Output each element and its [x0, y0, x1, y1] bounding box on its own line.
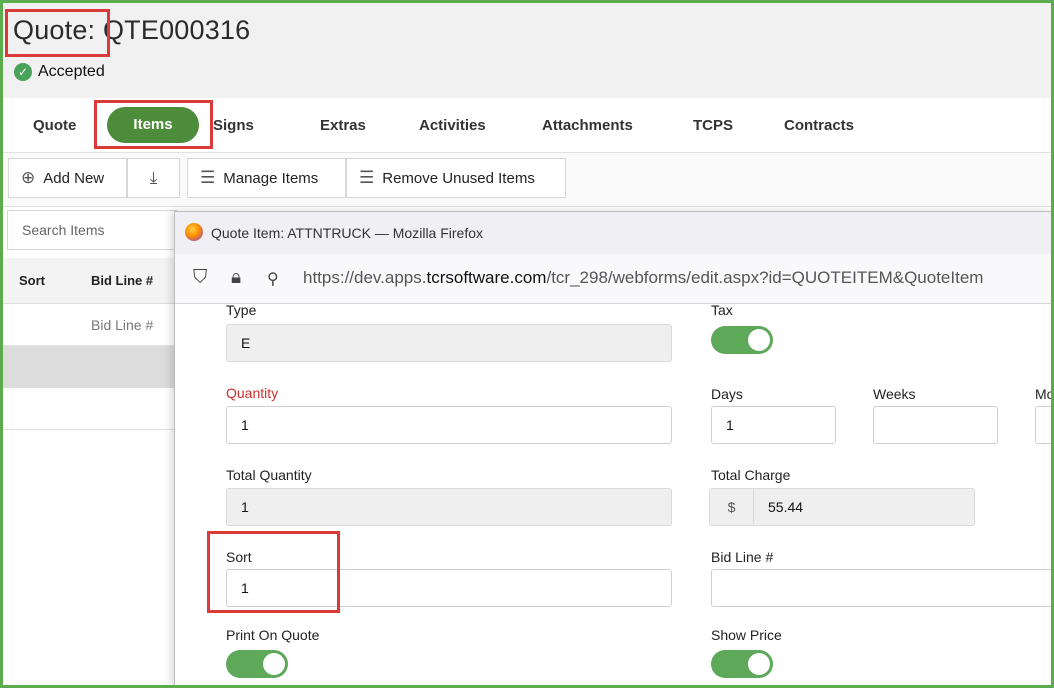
remove-unused-label: Remove Unused Items — [382, 169, 535, 187]
total-charge-label: Total Charge — [711, 467, 791, 483]
tab-contracts[interactable]: Contracts — [784, 117, 854, 134]
manage-items-label: Manage Items — [223, 169, 319, 187]
column-sort[interactable]: Sort — [19, 273, 45, 288]
items-toolbar: ⊕ Add New ⤓ ☰ Manage Items ☰ Remove Unus… — [3, 153, 1051, 207]
grid-filter-row: Bid Line # — [3, 304, 178, 346]
total-quantity-label: Total Quantity — [226, 467, 312, 483]
tax-label: Tax — [711, 304, 733, 318]
type-label: Type — [226, 304, 257, 318]
quote-item-form: Type E Tax Quantity 1 Days 1 Weeks Mo To… — [175, 304, 1054, 688]
tab-quote[interactable]: Quote — [33, 117, 76, 134]
bid-line-filter-input[interactable]: Bid Line # — [91, 317, 153, 333]
currency-symbol: $ — [710, 489, 754, 525]
print-on-quote-toggle[interactable] — [226, 650, 288, 678]
toggle-knob — [263, 653, 285, 675]
url-text[interactable]: https://dev.apps.tcrsoftware.com/tcr_298… — [303, 268, 983, 288]
list-remove-icon: ☰ — [359, 168, 375, 187]
status-badge: ✓ Accepted — [14, 63, 105, 81]
manage-items-button[interactable]: ☰ Manage Items — [187, 158, 346, 198]
remove-unused-items-button[interactable]: ☰ Remove Unused Items — [346, 158, 566, 198]
tab-signs[interactable]: Signs — [213, 117, 254, 134]
print-on-quote-label: Print On Quote — [226, 627, 320, 643]
url-domain: tcrsoftware.com — [426, 268, 547, 287]
window-titlebar: Quote Item: ATTNTRUCK — Mozilla Firefox — [175, 212, 1054, 254]
total-charge-value: 55.44 — [768, 499, 804, 515]
bid-line-label: Bid Line # — [711, 549, 774, 565]
table-row[interactable] — [3, 346, 178, 388]
tab-extras[interactable]: Extras — [320, 117, 366, 134]
shield-icon[interactable]: ⛉ — [193, 267, 207, 289]
table-row[interactable] — [3, 388, 178, 430]
url-rest: /tcr_298/webforms/edit.aspx?id=QUOTEITEM… — [546, 268, 984, 287]
type-field: E — [226, 324, 672, 362]
search-items-input[interactable]: Search Items — [7, 210, 177, 250]
download-icon: ⤓ — [149, 168, 158, 187]
tab-activities[interactable]: Activities — [419, 117, 486, 134]
months-label: Mo — [1035, 386, 1054, 402]
weeks-label: Weeks — [873, 386, 916, 402]
toggle-knob — [748, 329, 770, 351]
weeks-input[interactable] — [873, 406, 998, 444]
plus-circle-icon: ⊕ — [21, 168, 36, 187]
days-label: Days — [711, 386, 743, 402]
firefox-icon — [185, 223, 203, 241]
window-title: Quote Item: ATTNTRUCK — Mozilla Firefox — [211, 225, 484, 241]
quantity-input[interactable]: 1 — [226, 406, 672, 444]
permissions-icon[interactable]: ⚲ — [267, 269, 279, 289]
status-text: Accepted — [38, 63, 105, 80]
url-prefix: https://dev.apps. — [303, 268, 427, 287]
check-circle-icon: ✓ — [14, 63, 32, 81]
highlight-sort-field — [207, 531, 340, 613]
add-new-label: Add New — [43, 169, 105, 187]
toggle-knob — [748, 653, 770, 675]
items-grid-header: Sort Bid Line # — [3, 258, 178, 304]
total-quantity-field: 1 — [226, 488, 672, 526]
highlight-items-tab — [94, 100, 213, 149]
address-bar[interactable]: ⛉ 🔒︎ ⚲ https://dev.apps.tcrsoftware.com/… — [175, 254, 1054, 304]
bid-line-input[interactable] — [711, 569, 1054, 607]
show-price-label: Show Price — [711, 627, 782, 643]
column-bid-line[interactable]: Bid Line # — [91, 273, 153, 288]
lock-icon[interactable]: 🔒︎ — [231, 267, 241, 289]
show-price-toggle[interactable] — [711, 650, 773, 678]
quote-number: QTE000316 — [102, 15, 251, 45]
tab-attachments[interactable]: Attachments — [542, 117, 633, 134]
quote-header: Quote: QTE000316 ✓ Accepted — [3, 3, 1051, 98]
tab-tcps[interactable]: TCPS — [693, 117, 733, 134]
download-button[interactable]: ⤓ — [127, 158, 180, 198]
total-charge-field: $ 55.44 — [709, 488, 975, 526]
quantity-label: Quantity — [226, 385, 279, 401]
firefox-window: Quote Item: ATTNTRUCK — Mozilla Firefox … — [174, 211, 1054, 688]
tax-toggle[interactable] — [711, 326, 773, 354]
days-input[interactable]: 1 — [711, 406, 836, 444]
list-check-icon: ☰ — [200, 168, 216, 187]
highlight-quote-label — [5, 9, 110, 57]
months-input[interactable] — [1035, 406, 1054, 444]
add-new-button[interactable]: ⊕ Add New — [8, 158, 127, 198]
